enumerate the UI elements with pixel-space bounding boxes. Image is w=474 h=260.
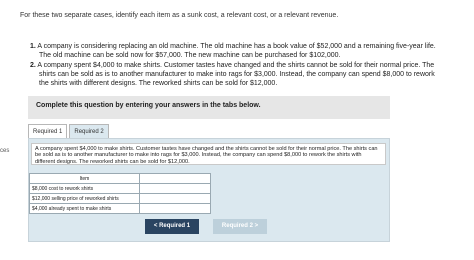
tab-required-2[interactable]: Required 2 — [69, 124, 109, 139]
side-label: ces — [0, 148, 10, 154]
item-cell: $4,000 already spent to make shirts — [29, 203, 140, 214]
case-description: A company spent $4,000 to make shirts. C… — [31, 143, 386, 165]
case-item: 2. A company spent $4,000 to make shirts… — [30, 61, 440, 88]
answer-panel: A company spent $4,000 to make shirts. C… — [28, 138, 390, 242]
next-required-button[interactable]: Required 2 > — [213, 219, 267, 234]
case-text: A company spent $4,000 to make shirts. C… — [37, 62, 435, 87]
answer-select[interactable] — [139, 183, 211, 194]
item-cell: $12,000 selling price of reworked shirts — [29, 193, 140, 204]
instruction-bar: Complete this question by entering your … — [28, 96, 390, 119]
answer-select[interactable] — [139, 193, 211, 204]
case-number: 1. — [30, 43, 36, 50]
question-intro: For these two separate cases, identify e… — [20, 12, 339, 19]
answer-table: Item $8,000 cost to rework shirts $12,00… — [29, 173, 211, 214]
case-item: 1. A company is considering replacing an… — [30, 42, 440, 60]
tab-required-1[interactable]: Required 1 — [28, 124, 68, 139]
table-row: $8,000 cost to rework shirts — [29, 183, 211, 194]
case-list: 1. A company is considering replacing an… — [30, 42, 440, 89]
table-row: $4,000 already spent to make shirts — [29, 203, 211, 214]
tab-bar: Required 1 Required 2 — [28, 124, 109, 139]
answer-header — [139, 173, 211, 184]
case-text: A company is considering replacing an ol… — [37, 43, 436, 59]
prev-required-button[interactable]: < Required 1 — [145, 219, 199, 234]
item-cell: $8,000 cost to rework shirts — [29, 183, 140, 194]
case-number: 2. — [30, 62, 36, 69]
table-header-row: Item — [29, 173, 211, 184]
item-header: Item — [29, 173, 140, 184]
table-row: $12,000 selling price of reworked shirts — [29, 193, 211, 204]
answer-select[interactable] — [139, 203, 211, 214]
